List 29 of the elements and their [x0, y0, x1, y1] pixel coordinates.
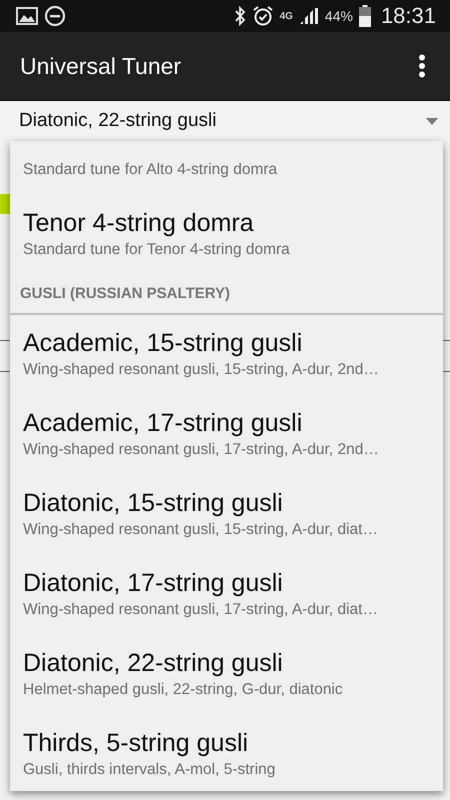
item-description: Standard tune for Tenor 4-string domra: [23, 240, 291, 260]
battery-icon: [358, 5, 371, 27]
item-description: Wing-shaped resonant gusli, 17-string, A-dur, diat…: [23, 600, 379, 620]
item-description: Standard tune for Alto 4-string domra: [23, 160, 278, 180]
menu-item[interactable]: Diatonic, 17-string gusli: [23, 566, 431, 600]
network-type: 4G: [280, 10, 293, 22]
section-header: GUSLI (RUSSIAN PSALTERY): [10, 275, 443, 315]
item-description: Helmet-shaped gusli, 22-string, G-dur, diatonic: [23, 680, 344, 700]
bluetooth-icon: [234, 6, 246, 26]
menu-item[interactable]: Diatonic, 15-string gusli: [23, 486, 431, 520]
menu-item[interactable]: Thirds, 5-string gusli: [23, 726, 431, 760]
battery-percent: 44%: [324, 8, 353, 24]
menu-item[interactable]: Academic, 15-string gusli: [23, 326, 431, 360]
item-description: Wing-shaped resonant gusli, 15-string, A-dur, diat…: [23, 520, 379, 540]
image-icon: [16, 7, 38, 25]
overflow-menu-icon[interactable]: [418, 54, 426, 78]
item-description: Gusli, thirds intervals, A-mol, 5-string: [23, 760, 276, 780]
item-description: Wing-shaped resonant gusli, 17-string, A-dur, 2nd…: [23, 440, 380, 460]
tuning-dropdown[interactable]: Diatonic, 22-string gusli: [0, 101, 450, 141]
minus-circle-icon: [44, 5, 66, 27]
alarm-clock-icon: [252, 5, 274, 27]
clock-time: 18:31: [380, 3, 436, 29]
menu-item[interactable]: Academic, 17-string gusli: [23, 406, 431, 440]
menu-item[interactable]: Tenor 4-string domra: [23, 206, 431, 240]
caret-icon: [426, 118, 438, 124]
menu-item[interactable]: Diatonic, 22-string gusli: [23, 646, 431, 680]
item-description: Wing-shaped resonant gusli, 15-string, A-dur, 2nd…: [23, 360, 380, 380]
signal-icon: [298, 7, 319, 25]
app-title: Universal Tuner: [20, 52, 182, 80]
